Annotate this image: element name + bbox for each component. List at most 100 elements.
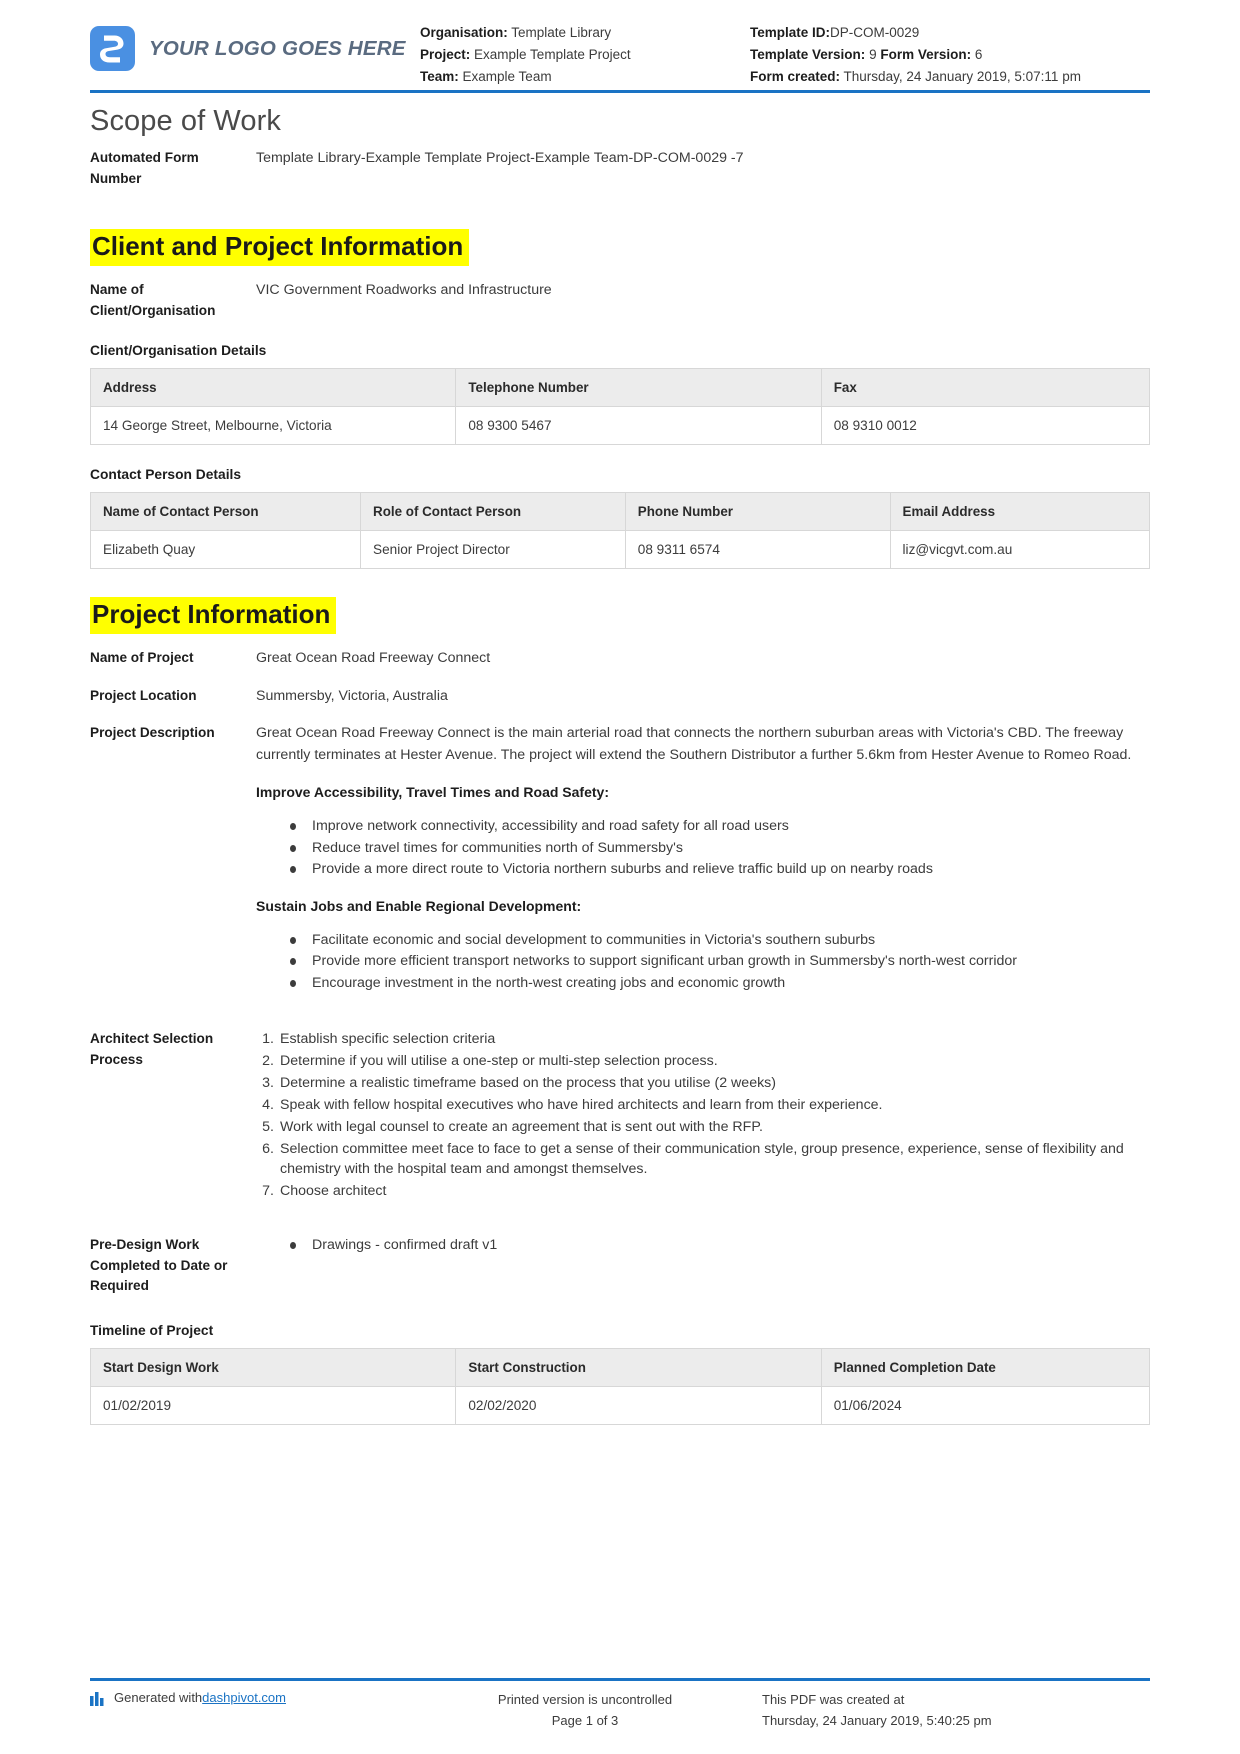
- col-planned-completion: Planned Completion Date: [820, 1348, 1151, 1388]
- cell-contact-email: liz@vicgvt.com.au: [889, 530, 1151, 570]
- section-heading-client-project: Client and Project Information: [90, 229, 470, 267]
- project-label: Project:: [420, 47, 471, 62]
- list-item: Determine a realistic timeframe based on…: [256, 1073, 776, 1094]
- project-description-label: Project Description: [90, 725, 215, 741]
- table-row: 14 George Street, Melbourne, Victoria 08…: [89, 406, 1151, 446]
- table-header-row: Start Design Work Start Construction Pla…: [89, 1348, 1151, 1388]
- architect-selection-row: Architect Selection Process Establish sp…: [90, 1029, 1150, 1203]
- header-meta-right: Template ID:DP-COM-0029 Template Version…: [750, 22, 1150, 88]
- cell-start-construction: 02/02/2020: [455, 1386, 822, 1426]
- footer-created-value: Thursday, 24 January 2019, 5:40:25 pm: [762, 1713, 992, 1729]
- timeline-table: Start Design Work Start Construction Pla…: [89, 1348, 1151, 1426]
- template-id-value: DP-COM-0029: [830, 25, 920, 40]
- page-title: Scope of Work: [90, 105, 281, 137]
- form-created-value: Thursday, 24 January 2019, 5:07:11 pm: [843, 69, 1081, 84]
- list-item: Improve network connectivity, accessibil…: [290, 816, 1150, 837]
- jobs-subheading: Sustain Jobs and Enable Regional Develop…: [256, 898, 582, 915]
- table-row: Elizabeth Quay Senior Project Director 0…: [89, 530, 1151, 570]
- project-name-label: Name of Project: [90, 650, 194, 666]
- team-value: Example Team: [462, 69, 552, 84]
- list-item: Selection committee meet face to face to…: [256, 1139, 1124, 1178]
- project-location-row: Project Location Summersby, Victoria, Au…: [90, 686, 1150, 708]
- org-details-table: Address Telephone Number Fax 14 George S…: [89, 368, 1151, 446]
- document-page: YOUR LOGO GOES HERE Organisation: Templa…: [0, 0, 1240, 1754]
- logo-text: YOUR LOGO GOES HERE: [149, 36, 406, 60]
- footer-created-label: This PDF was created at: [762, 1692, 905, 1708]
- architect-selection-value: Establish specific selection criteria De…: [256, 1029, 1150, 1203]
- predesign-work-value: Drawings - confirmed draft v1: [256, 1235, 1150, 1257]
- organisation-value: Template Library: [511, 25, 612, 40]
- footer-page-number: Page 1 of 3: [551, 1713, 619, 1729]
- predesign-work-row: Pre-Design Work Completed to Date or Req…: [90, 1235, 1150, 1297]
- logo-block: YOUR LOGO GOES HERE: [90, 22, 420, 71]
- list-item: Choose architect: [256, 1181, 387, 1202]
- header-organisation: Organisation: Template Library: [420, 22, 750, 44]
- cell-fax: 08 9310 0012: [820, 406, 1151, 446]
- team-label: Team:: [420, 69, 459, 84]
- section-heading-project-information: Project Information: [90, 597, 337, 635]
- cell-contact-role: Senior Project Director: [360, 530, 626, 570]
- org-details-caption: Client/Organisation Details: [90, 343, 267, 359]
- list-item: Establish specific selection criteria: [256, 1029, 496, 1050]
- footer-uncontrolled-text: Printed version is uncontrolled: [497, 1692, 673, 1708]
- description-paragraph: Great Ocean Road Freeway Connect is the …: [256, 725, 1132, 763]
- client-name-row: Name of Client/Organisation VIC Governme…: [90, 280, 1150, 321]
- jobs-bullet-list: Facilitate economic and social developme…: [256, 930, 1150, 995]
- organisation-label: Organisation:: [420, 25, 508, 40]
- list-item: Facilitate economic and social developme…: [290, 930, 1150, 951]
- project-location-value: Summersby, Victoria, Australia: [256, 687, 448, 704]
- header-meta-left: Organisation: Template Library Project: …: [420, 22, 750, 88]
- list-item: Encourage investment in the north-west c…: [290, 973, 1150, 994]
- list-item: Reduce travel times for communities nort…: [290, 838, 1150, 859]
- cell-address: 14 George Street, Melbourne, Victoria: [89, 406, 457, 446]
- header-versions: Template Version: 9 Form Version: 6: [750, 44, 1150, 66]
- company-logo-icon: [90, 26, 135, 71]
- project-name-value: Great Ocean Road Freeway Connect: [256, 650, 491, 667]
- table-row: 01/02/2019 02/02/2020 01/06/2024: [89, 1386, 1151, 1426]
- list-item: Drawings - confirmed draft v1: [290, 1235, 1150, 1256]
- project-value: Example Template Project: [474, 47, 631, 62]
- dashpivot-link[interactable]: dashpivot.com: [202, 1690, 286, 1705]
- predesign-work-label: Pre-Design Work Completed to Date or Req…: [90, 1237, 228, 1294]
- table-header-row: Address Telephone Number Fax: [89, 368, 1151, 408]
- automated-form-number-row: Automated Form Number Template Library-E…: [90, 148, 1150, 189]
- footer-generated-block: Generated with dashpivot.com: [90, 1690, 420, 1709]
- col-fax: Fax: [820, 368, 1151, 408]
- cell-planned-completion: 01/06/2024: [820, 1386, 1151, 1426]
- col-start-design: Start Design Work: [89, 1348, 457, 1388]
- contact-details-caption: Contact Person Details: [90, 467, 242, 483]
- list-item: Provide a more direct route to Victoria …: [290, 859, 1150, 880]
- form-version-label: Form Version:: [880, 47, 972, 62]
- automated-form-number-value: Template Library-Example Template Projec…: [256, 150, 744, 166]
- col-contact-role: Role of Contact Person: [360, 492, 626, 532]
- predesign-bullet-list: Drawings - confirmed draft v1: [256, 1235, 1150, 1256]
- col-contact-email: Email Address: [889, 492, 1151, 532]
- dashpivot-logo-icon: [90, 1690, 107, 1709]
- header-team: Team: Example Team: [420, 66, 750, 88]
- footer-center-block: Printed version is uncontrolled Page 1 o…: [420, 1690, 750, 1732]
- project-description-row: Project Description Great Ocean Road Fre…: [90, 723, 1150, 995]
- client-name-value: VIC Government Roadworks and Infrastruct…: [256, 282, 552, 299]
- client-name-label: Name of Client/Organisation: [90, 282, 216, 318]
- form-created-label: Form created:: [750, 69, 841, 84]
- list-item: Speak with fellow hospital executives wh…: [256, 1095, 883, 1116]
- contact-details-table: Name of Contact Person Role of Contact P…: [89, 492, 1151, 570]
- col-contact-phone: Phone Number: [624, 492, 891, 532]
- template-version-label: Template Version:: [750, 47, 866, 62]
- col-address: Address: [89, 368, 457, 408]
- automated-form-number-label: Automated Form Number: [90, 150, 199, 186]
- list-item: Provide more efficient transport network…: [290, 951, 1150, 972]
- form-version-value: 6: [974, 47, 983, 62]
- project-name-row: Name of Project Great Ocean Road Freeway…: [90, 648, 1150, 670]
- project-location-label: Project Location: [90, 687, 197, 703]
- architect-steps-list: Establish specific selection criteria De…: [256, 1029, 1150, 1202]
- col-start-construction: Start Construction: [455, 1348, 822, 1388]
- template-id-label: Template ID:: [750, 25, 831, 40]
- list-item: Determine if you will utilise a one-step…: [256, 1051, 718, 1072]
- document-footer: Generated with dashpivot.com Printed ver…: [90, 1678, 1150, 1732]
- col-contact-name: Name of Contact Person: [89, 492, 362, 532]
- template-version-value: 9: [869, 47, 877, 62]
- header-divider: [90, 90, 1150, 93]
- footer-created-block: This PDF was created at Thursday, 24 Jan…: [750, 1690, 1150, 1732]
- architect-selection-label: Architect Selection Process: [90, 1031, 214, 1067]
